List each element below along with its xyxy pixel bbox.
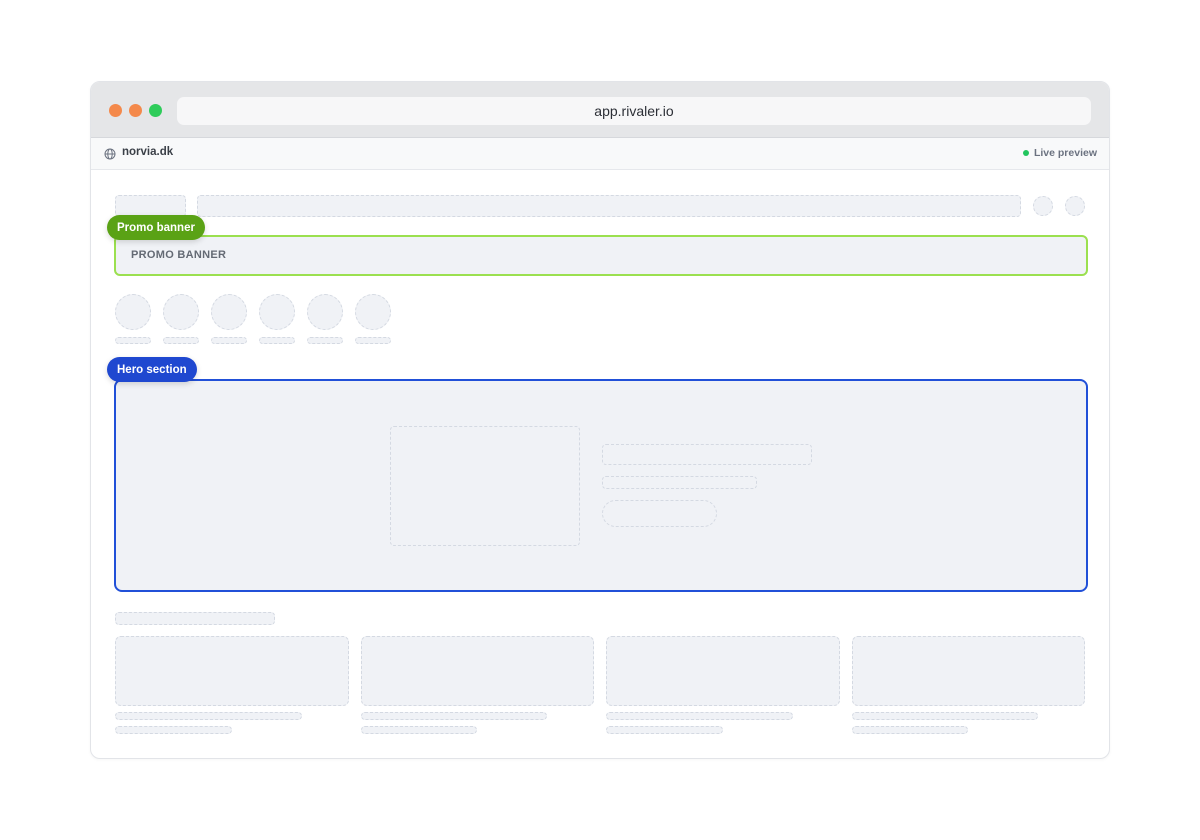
category-label-placeholder xyxy=(211,337,247,344)
logo-placeholder xyxy=(115,195,186,217)
product-card-image-placeholder xyxy=(852,636,1085,706)
site-name: norvia.dk xyxy=(122,146,174,158)
header-icon-placeholder xyxy=(1033,196,1053,216)
product-card-price-placeholder xyxy=(852,726,968,734)
product-card-title-placeholder xyxy=(606,712,793,720)
hero-section-region[interactable] xyxy=(114,379,1088,592)
promo-banner-label: PROMO BANNER xyxy=(131,249,227,261)
site-bar: norvia.dk Live preview xyxy=(91,138,1109,170)
product-card-image-placeholder xyxy=(606,636,840,706)
promo-banner-tag: Promo banner xyxy=(107,215,205,240)
category-circle-placeholder xyxy=(259,294,295,330)
section-heading-placeholder xyxy=(115,612,275,625)
product-card-title-placeholder xyxy=(361,712,547,720)
close-window-button[interactable] xyxy=(109,104,122,117)
hero-title-placeholder xyxy=(602,444,812,465)
browser-titlebar: app.rivaler.io xyxy=(91,82,1109,138)
category-label-placeholder xyxy=(259,337,295,344)
maximize-window-button[interactable] xyxy=(149,104,162,117)
live-preview-label: Live preview xyxy=(1033,147,1097,159)
product-card-title-placeholder xyxy=(115,712,302,720)
hero-image-placeholder xyxy=(390,426,580,546)
category-label-placeholder xyxy=(307,337,343,344)
product-card-price-placeholder xyxy=(115,726,232,734)
hero-button-placeholder xyxy=(602,500,717,527)
category-circle-placeholder xyxy=(355,294,391,330)
live-status-dot xyxy=(1022,150,1029,156)
product-card-price-placeholder xyxy=(606,726,723,734)
header-icon-placeholder xyxy=(1065,196,1085,216)
category-circle-placeholder xyxy=(115,294,151,330)
hero-section-tag: Hero section xyxy=(107,357,197,382)
globe-icon xyxy=(104,148,116,160)
promo-banner-region[interactable]: PROMO BANNER xyxy=(114,235,1088,276)
category-circle-placeholder xyxy=(307,294,343,330)
address-bar[interactable]: app.rivaler.io xyxy=(177,97,1091,125)
product-card-image-placeholder xyxy=(361,636,594,706)
category-circle-placeholder xyxy=(163,294,199,330)
product-card-price-placeholder xyxy=(361,726,477,734)
browser-window: app.rivaler.io norvia.dk Live preview PR… xyxy=(90,81,1110,759)
category-label-placeholder xyxy=(355,337,391,344)
hero-subtitle-placeholder xyxy=(602,476,757,489)
minimize-window-button[interactable] xyxy=(129,104,142,117)
live-preview-status: Live preview xyxy=(1022,147,1097,159)
category-circle-placeholder xyxy=(211,294,247,330)
product-card-title-placeholder xyxy=(852,712,1038,720)
category-label-placeholder xyxy=(163,337,199,344)
search-placeholder xyxy=(197,195,1021,217)
category-label-placeholder xyxy=(115,337,151,344)
address-bar-url: app.rivaler.io xyxy=(594,103,674,119)
product-card-image-placeholder xyxy=(115,636,349,706)
